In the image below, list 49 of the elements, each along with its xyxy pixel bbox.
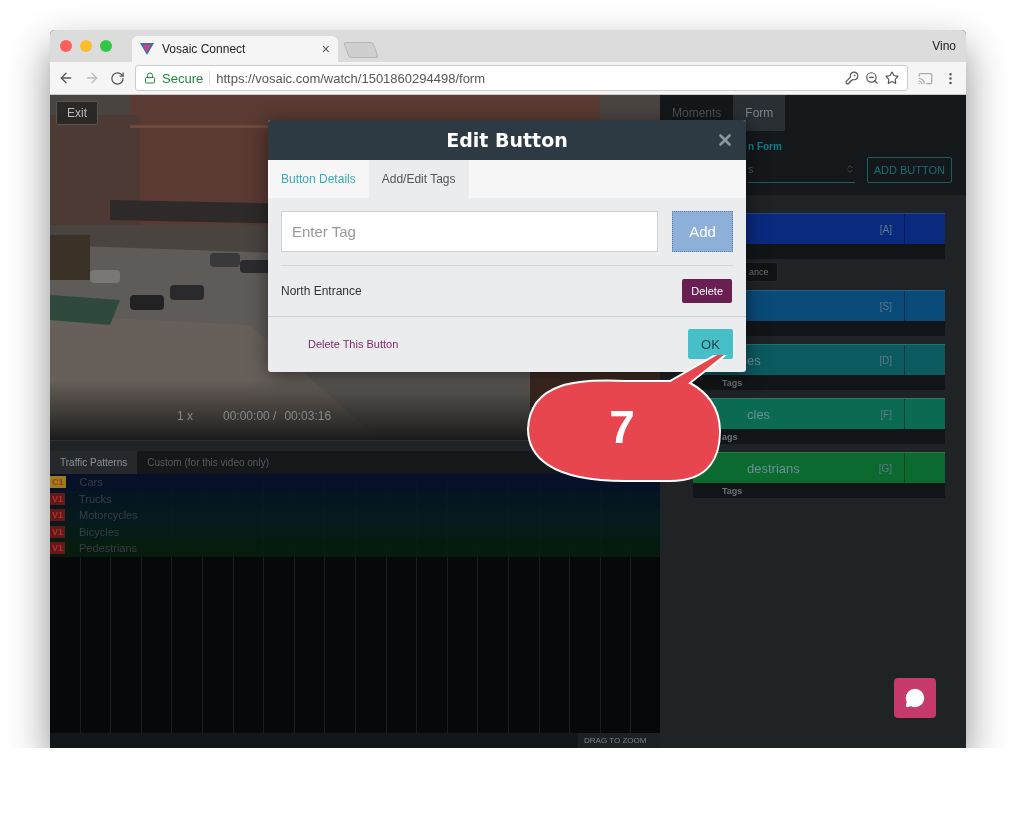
profile-name[interactable]: Vino [932, 39, 956, 53]
star-icon[interactable] [885, 71, 899, 85]
playback-speed[interactable]: 1 x [177, 409, 193, 423]
row-badge: V1 [50, 542, 65, 555]
browser-tab[interactable]: Vosaic Connect × [132, 36, 338, 62]
panel-tab[interactable]: Form [733, 95, 786, 131]
row-badge: C1 [50, 476, 66, 489]
url-text: https://vosaic.com/watch/1501860294498/form [216, 70, 487, 86]
close-window-icon[interactable] [60, 40, 72, 52]
close-icon[interactable] [716, 131, 734, 149]
panel-tab[interactable]: Moments [660, 95, 734, 131]
reload-icon[interactable] [110, 70, 125, 86]
row-badge: V1 [50, 492, 65, 505]
row-badge: V1 [50, 509, 65, 522]
delete-link[interactable]: Delete This Button [308, 338, 399, 350]
key-icon[interactable] [845, 71, 859, 85]
lock-icon [144, 72, 156, 84]
dialog-tab[interactable]: Add/Edit Tags [368, 160, 469, 198]
tab-close[interactable]: × [321, 41, 330, 57]
tags-label: Tags [721, 485, 743, 496]
form-label: n Form [748, 141, 783, 152]
delete-button[interactable]: Delete [682, 279, 732, 303]
tags-label: ags [721, 431, 738, 442]
step-number: 7 [608, 400, 636, 454]
caret-icon [844, 164, 855, 174]
current-time: 00:00:00 / [223, 409, 277, 423]
dialog-title: Edit Button [446, 129, 568, 151]
back-icon[interactable] [58, 70, 74, 86]
row-badge: V1 [50, 525, 65, 538]
cast-icon[interactable] [918, 70, 933, 86]
chat-icon [905, 688, 925, 708]
ok-button[interactable]: OK [688, 329, 733, 359]
form-button[interactable]: destrians [G] [693, 452, 945, 483]
address-bar[interactable]: Secure https://vosaic.com/watch/1501860294498/form [135, 65, 908, 91]
timeline-tab[interactable]: Traffic Patterns [50, 451, 138, 474]
add-button[interactable]: ADD BUTTON [866, 156, 952, 183]
zoom-out-icon[interactable] [865, 71, 879, 85]
tag-name: North Entrance [281, 284, 362, 298]
chat-button[interactable] [894, 678, 936, 718]
tags-label: Tags [721, 377, 743, 388]
secure-label: Secure [162, 70, 211, 86]
duration: 00:03:16 [284, 409, 332, 423]
zoom-hint: DRAG TO ZOOM [578, 733, 660, 748]
tag-input[interactable]: Enter Tag [281, 211, 658, 252]
logo-icon [140, 43, 154, 55]
exit-button[interactable]: Exit [56, 101, 98, 125]
dialog-tab[interactable]: Button Details [268, 160, 369, 198]
add-tag-button[interactable]: Add [672, 211, 733, 252]
timeline-tab[interactable]: Custom (for this video only) [137, 451, 279, 474]
